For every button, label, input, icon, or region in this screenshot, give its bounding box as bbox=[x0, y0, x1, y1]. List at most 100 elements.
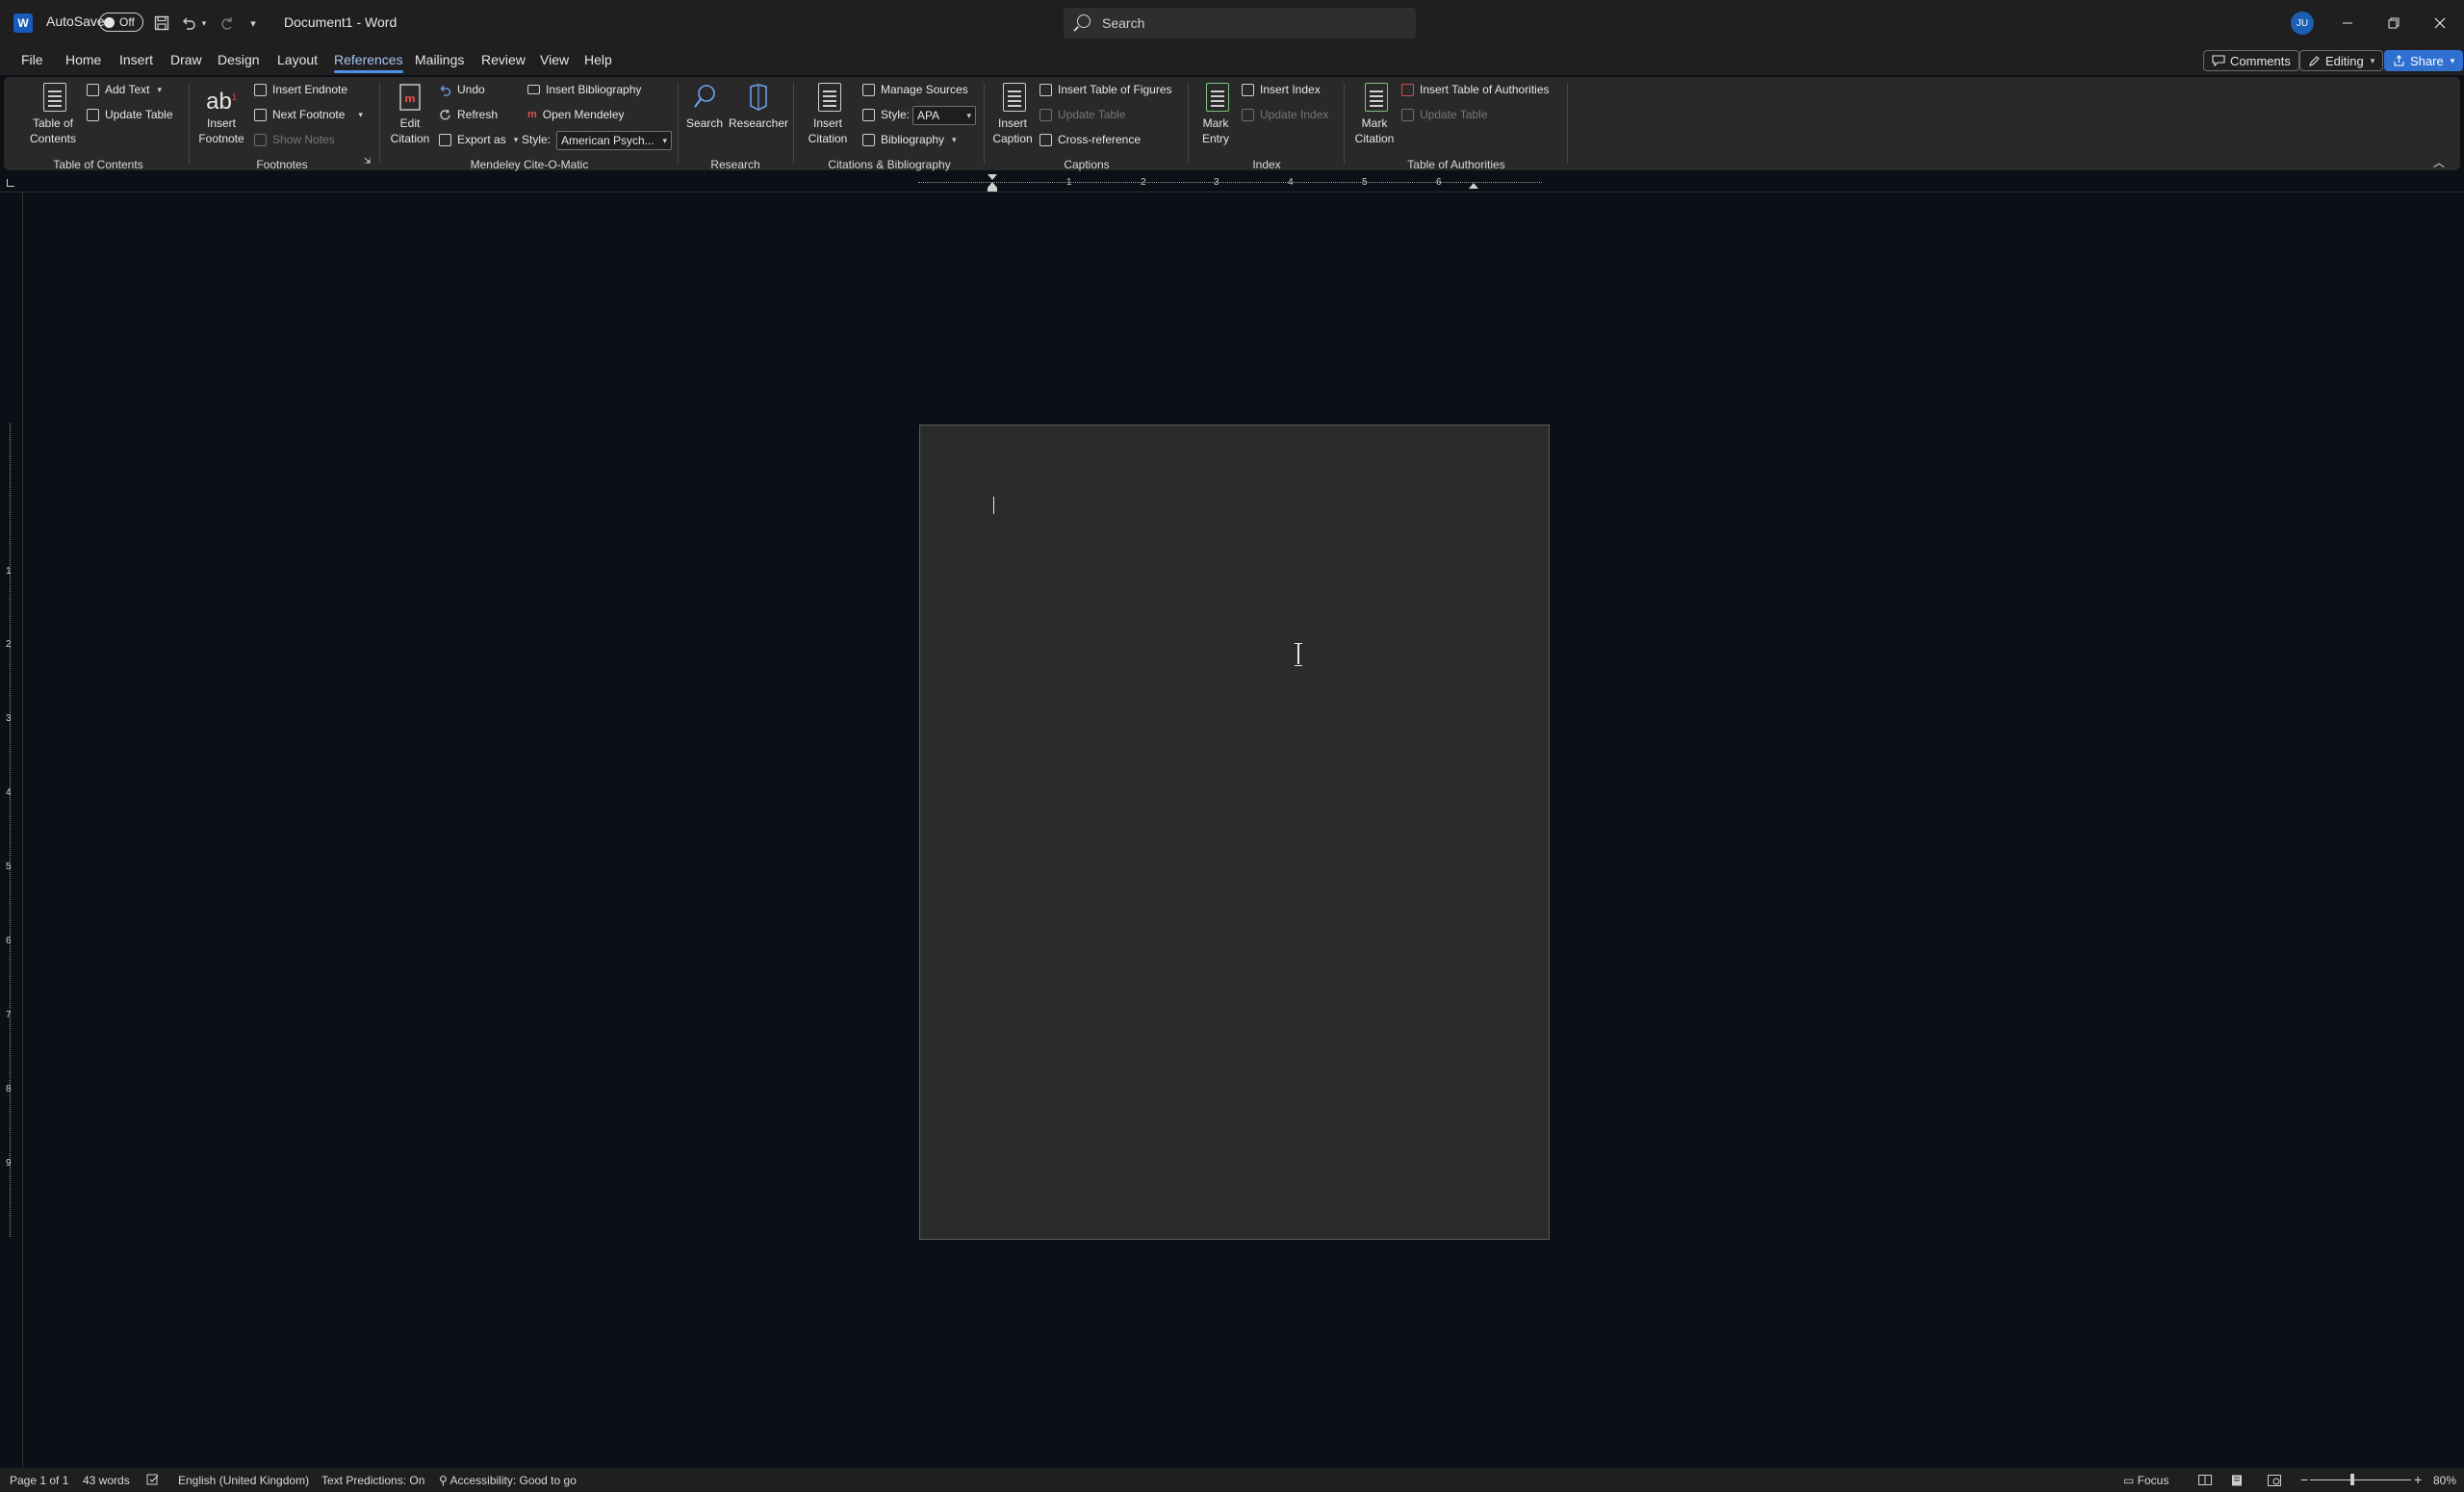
zoom-slider-track[interactable] bbox=[2310, 1479, 2411, 1480]
insert-citation-button[interactable]: Insert Citation bbox=[799, 83, 857, 146]
insert-caption-label: Insert Caption bbox=[992, 116, 1033, 145]
ruler-number: 3 bbox=[1214, 177, 1219, 188]
cross-reference-button[interactable]: Cross-reference bbox=[1040, 133, 1141, 146]
save-icon[interactable] bbox=[152, 12, 171, 35]
update-index-button[interactable]: Update Index bbox=[1242, 108, 1328, 121]
proofing-icon[interactable] bbox=[146, 1474, 160, 1485]
horizontal-ruler[interactable]: 1 2 3 4 5 6 bbox=[0, 173, 2464, 193]
language[interactable]: English (United Kingdom) bbox=[178, 1474, 309, 1487]
insert-bibliography-label: Insert Bibliography bbox=[546, 83, 642, 96]
autosave-toggle[interactable]: Off bbox=[99, 13, 143, 32]
citation-style-select[interactable]: APA ▾ bbox=[912, 106, 976, 125]
tab-draw[interactable]: Draw bbox=[170, 52, 202, 67]
tab-insert[interactable]: Insert bbox=[119, 52, 153, 67]
zoom-slider-thumb[interactable] bbox=[2350, 1474, 2354, 1485]
right-indent-icon[interactable] bbox=[1469, 180, 1478, 192]
next-footnote-label: Next Footnote bbox=[272, 108, 346, 121]
zoom-level[interactable]: 80% bbox=[2433, 1474, 2456, 1487]
focus-mode-button[interactable]: ▭ Focus bbox=[2123, 1474, 2169, 1487]
tab-home[interactable]: Home bbox=[65, 52, 101, 67]
edit-citation-label: Edit Citation bbox=[390, 116, 430, 145]
zoom-out-icon[interactable]: − bbox=[2300, 1472, 2308, 1487]
export-as-button[interactable]: Export as ▾ bbox=[439, 133, 518, 146]
restore-icon[interactable] bbox=[2379, 10, 2408, 37]
chevron-down-icon: ▾ bbox=[157, 84, 163, 94]
next-footnote-button[interactable]: Next Footnote ▾ bbox=[254, 108, 363, 121]
redo-icon[interactable] bbox=[218, 12, 237, 35]
zoom-in-icon[interactable]: + bbox=[2414, 1472, 2422, 1487]
show-notes-button[interactable]: Show Notes bbox=[254, 133, 335, 146]
table-of-authorities-icon bbox=[1401, 83, 1414, 96]
tab-references[interactable]: References bbox=[334, 52, 403, 73]
tab-mailings[interactable]: Mailings bbox=[415, 52, 464, 67]
mendeley-style-select[interactable]: American Psych... ▾ bbox=[556, 131, 672, 150]
insert-bibliography-button[interactable]: Insert Bibliography bbox=[527, 83, 641, 96]
tab-file[interactable]: File bbox=[21, 52, 43, 67]
update-index-icon bbox=[1242, 108, 1254, 121]
mark-entry-button[interactable]: Mark Entry bbox=[1194, 83, 1238, 146]
mendeley-undo-button[interactable]: Undo bbox=[439, 83, 485, 96]
manage-sources-button[interactable]: Manage Sources bbox=[862, 83, 968, 96]
table-of-contents-button[interactable]: Table of Contents bbox=[21, 83, 85, 146]
mendeley-icon: m bbox=[395, 83, 425, 112]
mark-entry-label: Mark Entry bbox=[1201, 116, 1229, 145]
collapse-ribbon-chevron-up-icon[interactable]: ︿ bbox=[2433, 154, 2445, 170]
accessibility-status[interactable]: ⚲ Accessibility: Good to go bbox=[439, 1474, 577, 1487]
authorities-update-table-label: Update Table bbox=[1420, 108, 1488, 121]
editing-mode-button[interactable]: Editing ▾ bbox=[2299, 50, 2384, 71]
insert-endnote-icon bbox=[254, 83, 267, 96]
undo-dropdown-chevron-icon[interactable]: ▾ bbox=[198, 12, 210, 35]
insert-index-button[interactable]: Insert Index bbox=[1242, 83, 1321, 96]
mendeley-logo-icon: m bbox=[527, 109, 537, 120]
vertical-ruler[interactable]: 1 2 3 4 5 6 7 8 9 bbox=[0, 193, 23, 1468]
insert-footnote-button[interactable]: ab1 Insert Footnote bbox=[194, 83, 248, 146]
print-layout-icon[interactable] bbox=[2231, 1475, 2243, 1489]
tab-help[interactable]: Help bbox=[584, 52, 612, 67]
document-page[interactable] bbox=[919, 424, 1550, 1240]
insert-caption-icon bbox=[1003, 83, 1026, 112]
tab-layout[interactable]: Layout bbox=[277, 52, 318, 67]
chevron-down-icon: ▾ bbox=[952, 134, 957, 144]
tab-review[interactable]: Review bbox=[481, 52, 526, 67]
add-text-button[interactable]: Add Text ▾ bbox=[87, 83, 162, 96]
share-icon bbox=[2394, 54, 2404, 66]
update-table-icon bbox=[87, 108, 99, 121]
tab-design[interactable]: Design bbox=[218, 52, 260, 67]
tab-view[interactable]: View bbox=[540, 52, 569, 67]
edit-citation-button[interactable]: m Edit Citation bbox=[383, 83, 437, 146]
footnote-dialog-launcher-icon[interactable]: ⇲ bbox=[364, 156, 372, 167]
open-mendeley-button[interactable]: m Open Mendeley bbox=[527, 108, 625, 121]
mark-entry-icon bbox=[1206, 83, 1229, 112]
cross-reference-icon bbox=[1040, 133, 1052, 146]
first-line-indent-icon[interactable] bbox=[988, 174, 997, 192]
web-layout-icon[interactable] bbox=[2268, 1475, 2281, 1489]
search-box[interactable]: Search bbox=[1064, 8, 1416, 39]
bibliography-button[interactable]: Bibliography ▾ bbox=[862, 133, 957, 146]
captions-update-table-button[interactable]: Update Table bbox=[1040, 108, 1126, 121]
insert-caption-button[interactable]: Insert Caption bbox=[988, 83, 1038, 146]
refresh-button[interactable]: Refresh bbox=[439, 108, 498, 121]
avatar[interactable]: JU bbox=[2291, 12, 2314, 35]
insert-table-of-figures-button[interactable]: Insert Table of Figures bbox=[1040, 83, 1172, 96]
search-magnifier-icon bbox=[689, 83, 720, 112]
undo-icon[interactable] bbox=[179, 12, 198, 35]
insert-table-of-authorities-button[interactable]: Insert Table of Authorities bbox=[1401, 83, 1550, 96]
read-mode-icon[interactable] bbox=[2198, 1475, 2212, 1488]
tab-selector-icon[interactable] bbox=[7, 179, 14, 187]
authorities-update-table-button[interactable]: Update Table bbox=[1401, 108, 1488, 121]
close-icon[interactable] bbox=[2426, 10, 2454, 37]
mark-citation-button[interactable]: Mark Citation bbox=[1348, 83, 1401, 146]
text-predictions[interactable]: Text Predictions: On bbox=[321, 1474, 424, 1487]
comments-button[interactable]: Comments bbox=[2203, 50, 2299, 71]
page-count[interactable]: Page 1 of 1 bbox=[10, 1474, 68, 1487]
search-button[interactable]: Search bbox=[681, 83, 728, 131]
minimize-icon[interactable] bbox=[2333, 10, 2362, 37]
insert-endnote-button[interactable]: Insert Endnote bbox=[254, 83, 347, 96]
customize-qat-icon[interactable]: ▾ bbox=[246, 12, 260, 35]
chevron-down-icon: ▾ bbox=[513, 134, 519, 144]
share-button[interactable]: Share ▾ bbox=[2384, 50, 2464, 71]
word-count[interactable]: 43 words bbox=[83, 1474, 130, 1487]
researcher-button[interactable]: Researcher bbox=[728, 83, 789, 131]
text-cursor bbox=[993, 497, 994, 514]
update-table-button[interactable]: Update Table bbox=[87, 108, 173, 121]
